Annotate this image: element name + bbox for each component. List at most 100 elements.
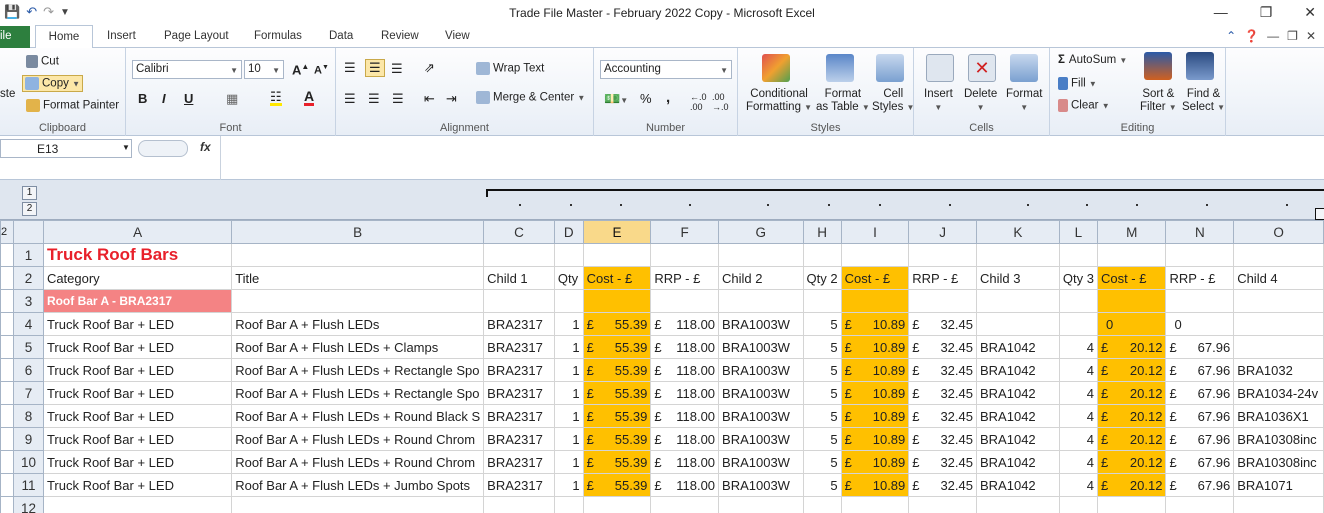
decrease-indent-icon[interactable]: ⇤ bbox=[424, 91, 435, 107]
cell-j10[interactable]: £32.45 bbox=[908, 450, 977, 474]
cell-m8[interactable]: £20.12 bbox=[1096, 404, 1167, 428]
cell-j3[interactable] bbox=[908, 289, 977, 313]
cell-h7[interactable]: 5 bbox=[802, 381, 842, 405]
cell-f4[interactable]: £118.00 bbox=[650, 312, 720, 336]
cell-f8[interactable]: £118.00 bbox=[650, 404, 720, 428]
wrap-text-button[interactable]: Wrap Text bbox=[476, 62, 544, 75]
cell-b9[interactable]: Roof Bar A + Flush LEDs + Round Chrom bbox=[231, 427, 485, 451]
cell-j7[interactable]: £32.45 bbox=[908, 381, 977, 405]
insert-function-icon[interactable]: fx bbox=[200, 140, 211, 154]
cell-e12[interactable] bbox=[582, 496, 652, 513]
cell-m1[interactable] bbox=[1096, 243, 1167, 267]
cell-f9[interactable]: £118.00 bbox=[650, 427, 720, 451]
cell-n6[interactable]: £67.96 bbox=[1165, 358, 1235, 382]
column-header-i[interactable]: I bbox=[840, 220, 910, 244]
name-box-dropdown-icon[interactable]: ▼ bbox=[122, 143, 130, 152]
cell-m10[interactable]: £20.12 bbox=[1096, 450, 1167, 474]
cell-n9[interactable]: £67.96 bbox=[1165, 427, 1235, 451]
cell-n4[interactable]: 0 bbox=[1165, 312, 1235, 336]
tab-data[interactable]: Data bbox=[329, 30, 353, 42]
cell-h9[interactable]: 5 bbox=[802, 427, 842, 451]
align-right-icon[interactable]: ☰ bbox=[392, 91, 404, 107]
row-header[interactable]: 8 bbox=[13, 404, 44, 428]
cell-n10[interactable]: £67.96 bbox=[1165, 450, 1235, 474]
cell-j6[interactable]: £32.45 bbox=[908, 358, 977, 382]
cell-g11[interactable]: BRA1003W bbox=[718, 473, 804, 497]
cell-i5[interactable]: £10.89 bbox=[840, 335, 910, 359]
cell-l11[interactable]: 4 bbox=[1058, 473, 1098, 497]
cell-l6[interactable]: 4 bbox=[1058, 358, 1098, 382]
merge-center-button[interactable]: Merge & Center ▼ bbox=[476, 91, 585, 104]
cell-i10[interactable]: £10.89 bbox=[840, 450, 910, 474]
minimize-icon[interactable]: — bbox=[1214, 4, 1228, 21]
cell-l1[interactable] bbox=[1058, 243, 1098, 267]
cell-k7[interactable]: BRA1042 bbox=[976, 381, 1060, 405]
cell-g7[interactable]: BRA1003W bbox=[718, 381, 804, 405]
cell-o3[interactable] bbox=[1233, 289, 1324, 313]
column-header-a[interactable]: A bbox=[42, 220, 233, 244]
cell-c2[interactable]: Child 1 bbox=[483, 266, 555, 290]
row-header[interactable]: 5 bbox=[13, 335, 44, 359]
align-left-icon[interactable]: ☰ bbox=[344, 91, 356, 107]
row-header[interactable]: 10 bbox=[13, 450, 44, 474]
cell-l4[interactable] bbox=[1058, 312, 1098, 336]
cell-b7[interactable]: Roof Bar A + Flush LEDs + Rectangle Spo bbox=[231, 381, 485, 405]
cell-o5[interactable] bbox=[1233, 335, 1324, 359]
cell-i1[interactable] bbox=[840, 243, 910, 267]
orientation-icon[interactable]: ⇗ bbox=[424, 60, 435, 76]
cell-f3[interactable] bbox=[650, 289, 720, 313]
cell-a7[interactable]: Truck Roof Bar + LED bbox=[42, 381, 233, 405]
column-header-c[interactable]: C bbox=[483, 220, 555, 244]
tab-home[interactable]: Home bbox=[35, 25, 93, 49]
cell-m3[interactable] bbox=[1096, 289, 1167, 313]
row-header[interactable]: 4 bbox=[13, 312, 44, 336]
grow-font-icon[interactable]: A▲ bbox=[292, 62, 309, 77]
workbook-close-icon[interactable]: ✕ bbox=[1306, 29, 1316, 43]
column-header-h[interactable]: H bbox=[802, 220, 842, 244]
number-format-select[interactable]: Accounting ▼ bbox=[600, 60, 732, 79]
bold-button[interactable]: B bbox=[138, 91, 147, 106]
currency-icon[interactable]: 💵▼ bbox=[604, 91, 628, 107]
align-top-icon[interactable]: ☰ bbox=[344, 60, 356, 76]
merge-dropdown-icon[interactable]: ▼ bbox=[577, 94, 585, 103]
cell-h3[interactable] bbox=[802, 289, 842, 313]
cell-b8[interactable]: Roof Bar A + Flush LEDs + Round Black S bbox=[231, 404, 485, 428]
cell-o4[interactable] bbox=[1233, 312, 1324, 336]
cell-i4[interactable]: £10.89 bbox=[840, 312, 910, 336]
autosum-button[interactable]: Σ AutoSum ▼ bbox=[1058, 54, 1127, 66]
percent-button[interactable]: % bbox=[640, 91, 652, 106]
workbook-restore-icon[interactable]: ❐ bbox=[1287, 29, 1298, 43]
cell-e3[interactable] bbox=[582, 289, 652, 313]
cell-l7[interactable]: 4 bbox=[1058, 381, 1098, 405]
cell-e8[interactable]: £55.39 bbox=[582, 404, 652, 428]
cell-g6[interactable]: BRA1003W bbox=[718, 358, 804, 382]
cell-a1[interactable]: Truck Roof Bars bbox=[42, 243, 233, 267]
cell-o2[interactable]: Child 4 bbox=[1233, 266, 1324, 290]
fill-button[interactable]: Fill ▼ bbox=[1058, 77, 1097, 90]
comma-button[interactable]: , bbox=[666, 89, 670, 106]
cell-k8[interactable]: BRA1042 bbox=[976, 404, 1060, 428]
cell-h5[interactable]: 5 bbox=[802, 335, 842, 359]
cell-c6[interactable]: BRA2317 bbox=[483, 358, 555, 382]
cell-f11[interactable]: £118.00 bbox=[650, 473, 720, 497]
cell-d2[interactable]: Qty bbox=[553, 266, 584, 290]
cell-e7[interactable]: £55.39 bbox=[582, 381, 652, 405]
tab-file[interactable]: ile bbox=[0, 26, 30, 48]
cell-o7[interactable]: BRA1034-24v bbox=[1233, 381, 1324, 405]
cell-g9[interactable]: BRA1003W bbox=[718, 427, 804, 451]
cell-i12[interactable] bbox=[840, 496, 910, 513]
cell-b4[interactable]: Roof Bar A + Flush LEDs bbox=[231, 312, 485, 336]
underline-button[interactable]: U bbox=[184, 91, 193, 106]
name-box[interactable]: E13 bbox=[0, 139, 132, 158]
cell-d12[interactable] bbox=[553, 496, 584, 513]
cell-b3[interactable] bbox=[231, 289, 485, 313]
format-as-table-button[interactable]: Format as Table ▼ bbox=[816, 88, 870, 114]
cell-k10[interactable]: BRA1042 bbox=[976, 450, 1060, 474]
cell-j4[interactable]: £32.45 bbox=[908, 312, 977, 336]
cell-c7[interactable]: BRA2317 bbox=[483, 381, 555, 405]
cell-h1[interactable] bbox=[802, 243, 842, 267]
cell-h4[interactable]: 5 bbox=[802, 312, 842, 336]
cell-n11[interactable]: £67.96 bbox=[1165, 473, 1235, 497]
tab-insert[interactable]: Insert bbox=[107, 30, 136, 42]
delete-cells-button[interactable]: Delete ▼ bbox=[964, 88, 997, 114]
